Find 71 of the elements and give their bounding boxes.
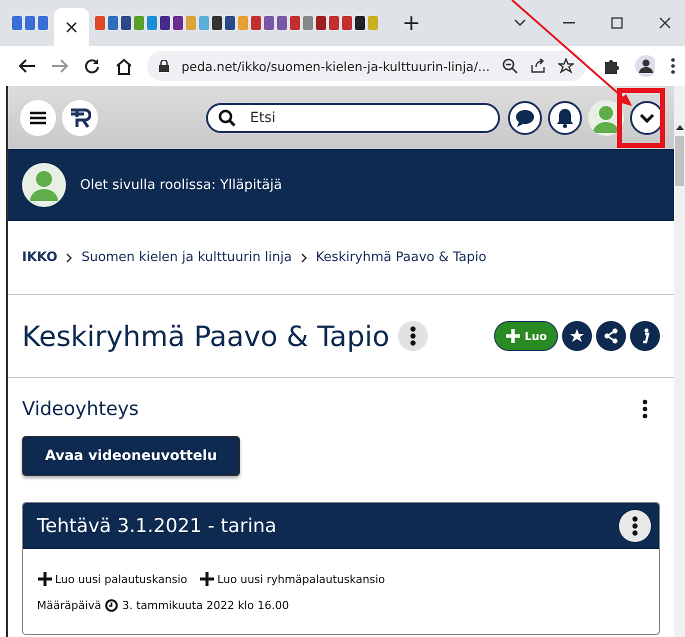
create-folder-link[interactable]: Luo uusi ryhmäpalautuskansio	[199, 571, 386, 587]
open-video-meeting-button[interactable]: Avaa videoneuvottelu	[22, 436, 240, 476]
minimize-icon[interactable]	[563, 22, 575, 24]
share-icon	[603, 328, 619, 344]
share-icon[interactable]	[530, 58, 546, 74]
due-label: Määräpäivä	[37, 599, 102, 612]
share-button[interactable]	[596, 321, 626, 351]
more-options-button[interactable]	[398, 321, 428, 351]
logo-icon	[69, 108, 91, 128]
breadcrumb-link[interactable]: IKKO	[22, 250, 58, 265]
info-button[interactable]	[630, 321, 660, 351]
zoom-out-icon[interactable]	[502, 58, 518, 74]
more-vertical-icon[interactable]	[642, 399, 648, 419]
close-icon[interactable]	[659, 17, 671, 29]
avatar-icon	[22, 163, 66, 207]
tab-favicon-icon[interactable]	[316, 16, 326, 30]
plus-icon	[199, 571, 216, 587]
section-title: Videoyhteys	[22, 398, 139, 420]
chevron-right-icon	[300, 252, 308, 262]
speech-bubble-icon	[515, 108, 535, 126]
back-arrow-icon[interactable]	[18, 58, 35, 74]
highlight-frame	[617, 88, 665, 148]
favorite-button[interactable]	[562, 321, 592, 351]
page-title: Keskiryhmä Paavo & Tapio	[22, 320, 390, 352]
create-folder-link[interactable]: Luo uusi palautuskansio	[37, 571, 188, 587]
breadcrumb-link[interactable]: Keskiryhmä Paavo & Tapio	[316, 250, 486, 265]
plus-icon	[504, 328, 521, 344]
profile-icon[interactable]	[634, 55, 656, 77]
create-button[interactable]: Luo	[494, 321, 558, 351]
tab-favicon-icon[interactable]	[173, 16, 184, 30]
plus-icon	[37, 571, 53, 587]
chevron-down-icon[interactable]	[513, 18, 527, 28]
chevron-right-icon	[65, 252, 74, 262]
more-vertical-icon	[632, 516, 638, 536]
role-text: Olet sivulla roolissa: Ylläpitäjä	[80, 177, 282, 193]
home-icon[interactable]	[114, 58, 132, 74]
tab-favicon-icon[interactable]	[160, 16, 170, 30]
more-options-button[interactable]	[619, 510, 651, 542]
info-icon	[640, 328, 650, 344]
breadcrumb-link[interactable]: Suomen kielen ja kulttuurin linja	[81, 250, 292, 265]
scroll-thumb[interactable]	[675, 136, 684, 186]
bell-icon	[556, 108, 574, 128]
maximize-icon[interactable]	[611, 17, 623, 29]
forward-arrow-icon[interactable]	[50, 58, 68, 74]
menu-icon	[30, 110, 46, 124]
clock-icon	[105, 599, 118, 612]
tab-favicon-icon[interactable]	[355, 16, 366, 30]
address-bar[interactable]: peda.net/ikko/suomen-kielen-ja-kulttuurin-linja/...	[147, 51, 586, 81]
tab-favicon-icon[interactable]	[212, 16, 222, 30]
more-vertical-icon	[410, 326, 416, 346]
browser-tab[interactable]: ×	[54, 8, 90, 46]
search-field[interactable]: Etsi	[206, 102, 500, 132]
reload-icon[interactable]	[84, 58, 99, 74]
scroll-up-icon[interactable]	[676, 124, 684, 130]
star-icon[interactable]	[558, 58, 574, 74]
tab-favicon-icon[interactable]	[225, 16, 236, 30]
task-title: Tehtävä 3.1.2021 - tarina	[37, 515, 277, 537]
lock-icon	[159, 60, 170, 72]
menu-button[interactable]	[20, 100, 56, 136]
more-vertical-icon[interactable]	[671, 58, 675, 74]
due-date: 3. tammikuuta 2022 klo 16.00	[122, 599, 289, 612]
chat-button[interactable]	[508, 100, 542, 134]
search-icon	[218, 108, 236, 126]
new-tab-button[interactable]: +	[402, 10, 421, 36]
logo-button[interactable]	[62, 100, 98, 136]
notifications-button[interactable]	[548, 100, 582, 134]
star-icon	[569, 328, 585, 344]
tab-favicon-icon[interactable]	[121, 16, 132, 30]
url-text: peda.net/ikko/suomen-kielen-ja-kulttuurin-linja/...	[181, 58, 490, 74]
tab-close-button[interactable]: ×	[64, 16, 80, 38]
chevron-down-icon	[639, 112, 655, 122]
